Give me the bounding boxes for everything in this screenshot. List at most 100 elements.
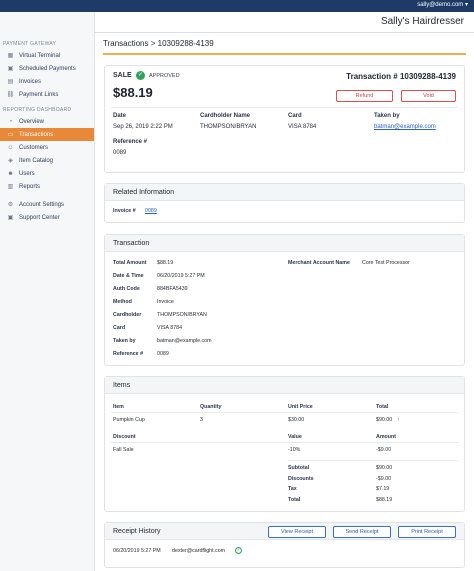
transaction-amount: $88.19 [113, 85, 153, 100]
discount-amount: -$9.00 [376, 447, 392, 453]
detail-label: Date & Time [113, 273, 144, 279]
sidebar-item-label: Account Settings [19, 201, 65, 208]
reference-value: 0089 [113, 150, 127, 156]
card-title: Items [105, 377, 464, 394]
divider [288, 460, 458, 461]
approved-check-icon: ✓ [136, 71, 145, 80]
col-discount: Discount [113, 434, 136, 440]
col-item: Item [113, 404, 124, 410]
user-icon: ☻ [7, 170, 14, 177]
sidebar-item-virtual-terminal[interactable]: ▦ Virtual Terminal [0, 49, 94, 62]
detail-value: THOMPSON/BRYAN [157, 312, 207, 318]
sidebar-item-overview[interactable]: ◔ Overview [0, 115, 94, 128]
sidebar-item-item-catalog[interactable]: ◈ Item Catalog [0, 154, 94, 167]
cardholder-label: Cardholder Name [200, 113, 251, 119]
merchant-account-value: Core Test Processor [362, 260, 410, 266]
cardholder-value: THOMPSON/BRYAN [200, 124, 257, 130]
sidebar-item-account-settings[interactable]: ⚙ Account Settings [0, 198, 94, 211]
sidebar-item-label: Payment Links [19, 91, 59, 98]
transaction-details-card: Transaction Total Amount $88.19 Date & Tim… [104, 234, 465, 366]
receipt-history-card: Receipt History View Receipt Send Receip… [104, 522, 465, 568]
col-quantity: Quantity [200, 404, 222, 410]
totals-label: Subtotal [288, 465, 310, 471]
print-receipt-button[interactable]: Print Receipt [398, 526, 456, 538]
support-icon: ▣ [7, 215, 14, 221]
chevron-down-icon: ▾ [464, 2, 468, 8]
calendar-icon: ▣ [7, 66, 14, 72]
main-content: Sally's Hairdresser Transactions > 10309… [95, 12, 474, 571]
detail-label: Cardholder [113, 312, 142, 318]
detail-label: Total Amount [113, 260, 147, 266]
refund-button[interactable]: Refund [336, 90, 393, 102]
item-name: Pumpkin Cup [113, 417, 145, 423]
sidebar-item-label: Item Catalog [19, 157, 54, 164]
related-information-card: Related Information Invoice # 0089 [104, 183, 465, 223]
sidebar-item-label: Scheduled Payments [19, 65, 76, 72]
sidebar-item-label: Reports [19, 183, 41, 190]
card-title: Transaction [105, 235, 464, 252]
detail-label: Method [113, 299, 132, 305]
sidebar-item-scheduled-payments[interactable]: ▣ Scheduled Payments [0, 62, 94, 75]
sidebar-item-invoices[interactable]: ▤ Invoices [0, 75, 94, 88]
detail-value: 06/20/2019 5:27 PM [157, 273, 205, 279]
page-header: Sally's Hairdresser [95, 12, 474, 33]
col-value: Value [288, 434, 302, 440]
card-icon: ▭ [7, 132, 14, 138]
sidebar-item-label: Overview [19, 118, 45, 125]
col-unit-price: Unit Price [288, 404, 313, 410]
void-button[interactable]: Void [401, 90, 456, 102]
transaction-summary-card: SALE ✓ APPROVED $88.19 Transaction # 103… [104, 65, 465, 173]
totals-label: Total [288, 496, 301, 503]
totals-value: $90.00 [376, 465, 393, 471]
sidebar-item-customers[interactable]: ☺ Customers [0, 141, 94, 154]
transaction-number: Transaction # 10309288-4139 [346, 72, 456, 81]
taken-by-link[interactable]: batman@example.com [374, 124, 436, 130]
detail-value: $88.19 [157, 260, 174, 266]
sidebar-item-reports[interactable]: ▥ Reports [0, 180, 94, 193]
divider [111, 107, 458, 108]
sidebar-item-payment-links[interactable]: ⛓ Payment Links [0, 88, 94, 101]
business-name: Sally's Hairdresser [380, 16, 464, 27]
send-receipt-button[interactable]: Send Receipt [333, 526, 391, 538]
sidebar-item-label: Virtual Terminal [19, 52, 61, 59]
view-receipt-button[interactable]: View Receipt [268, 526, 326, 538]
detail-value: batman@example.com [157, 338, 212, 344]
col-amount: Amount [376, 434, 397, 440]
sidebar-item-users[interactable]: ☻ Users [0, 167, 94, 180]
card-title: Related Information [105, 184, 464, 201]
chart-icon: ▥ [7, 184, 14, 190]
arrow-up-icon: ↑ [397, 417, 400, 423]
detail-label: Auth Code [113, 286, 140, 292]
date-value: Sep 26, 2019 2:22 PM [113, 124, 173, 130]
user-menu[interactable]: sally@demo.com ▾ [417, 1, 468, 8]
invoice-link[interactable]: 0089 [145, 208, 157, 214]
card-value: VISA 8784 [288, 124, 317, 130]
sidebar-brand [0, 12, 94, 40]
totals-value: $88.19 [376, 496, 393, 503]
reference-label: Reference # [113, 139, 148, 145]
link-icon: ⛓ [6, 92, 15, 98]
sidebar-item-transactions[interactable]: ▭ Transactions [0, 128, 94, 141]
detail-value: VISA 8784 [157, 325, 183, 331]
merchant-account-label: Merchant Account Name [288, 260, 350, 266]
detail-label: Card [113, 325, 126, 331]
detail-value: 0089 [157, 351, 169, 357]
discount-value: -10% [288, 447, 301, 453]
receipt-email: dexter@cardflight.com [172, 548, 226, 554]
discount-name: Fall Sale [113, 447, 134, 453]
sidebar-item-label: Invoices [19, 78, 42, 85]
overview-icon: ◔ [8, 118, 13, 125]
status-badge: APPROVED [149, 73, 180, 79]
sidebar-item-support-center[interactable]: ▣ Support Center [0, 211, 94, 224]
item-quantity: 3 [200, 417, 203, 423]
card-label: Card [288, 113, 302, 119]
totals-value: -$9.00 [376, 475, 392, 482]
sidebar-item-label: Support Center [19, 214, 60, 221]
sidebar-item-label: Customers [19, 144, 49, 151]
delivered-check-icon: ✓ [235, 547, 242, 554]
detail-label: Reference # [113, 351, 144, 357]
divider [111, 442, 458, 443]
taken-by-label: Taken by [374, 113, 400, 119]
receipt-date: 06/20/2019 5:27 PM [113, 548, 161, 554]
detail-value: Invoice [157, 299, 174, 305]
